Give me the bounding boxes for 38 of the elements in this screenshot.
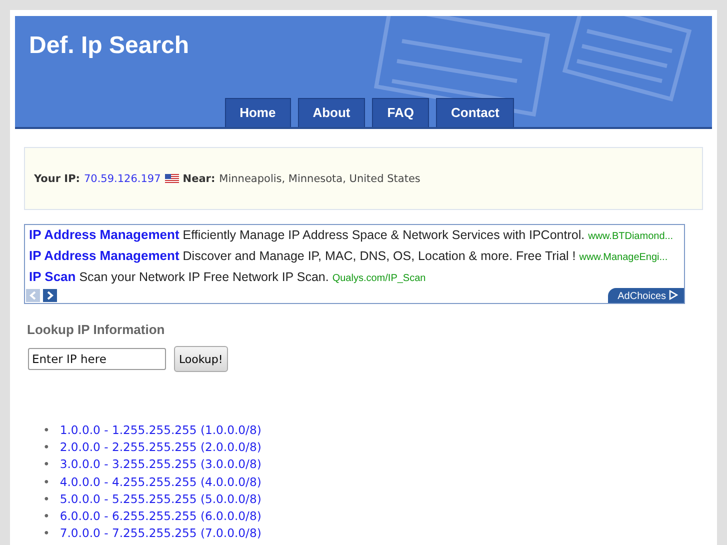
ip-label: Your IP: <box>34 172 80 184</box>
ad-text: Scan your Network IP Free Network IP Scan. <box>79 270 329 284</box>
ad-text: Efficiently Manage IP Address Space & Network Services with IPControl. <box>182 228 585 242</box>
ad-url-link[interactable]: Qualys.com/IP_Scan <box>332 273 426 284</box>
nav-tab[interactable]: Home <box>224 98 291 127</box>
ip-range-link[interactable]: 6.0.0.0 - 6.255.255.255 (6.0.0.0/8) <box>60 508 262 526</box>
location-text: Minneapolis, Minnesota, United States <box>219 172 420 184</box>
bullet-mark: • <box>43 422 50 439</box>
lookup-heading: Lookup IP Information <box>27 322 166 337</box>
flag-icon <box>164 174 179 184</box>
ip-range-link[interactable]: 5.0.0.0 - 5.255.255.255 (5.0.0.0/8) <box>60 490 262 508</box>
adchoices-link[interactable]: AdChoices <box>608 288 684 303</box>
ip-range-link[interactable]: 1.0.0.0 - 1.255.255.255 (1.0.0.0/8) <box>60 422 262 440</box>
bullet-mark: • <box>43 525 50 542</box>
ip-input-field[interactable]: Enter IP here <box>28 348 166 370</box>
bullet-mark: • <box>43 508 50 526</box>
ad-url-link[interactable]: www.BTDiamond... <box>588 231 674 242</box>
ad-url-link[interactable]: www.ManageEngi... <box>579 252 668 263</box>
near-label: Near: <box>182 172 216 184</box>
site-title: Def. Ip Search <box>29 32 190 60</box>
nav-tab[interactable]: FAQ <box>372 98 429 127</box>
ip-range-link[interactable]: 7.0.0.0 - 7.255.255.255 (7.0.0.0/8) <box>60 525 262 542</box>
lookup-button[interactable]: Lookup! <box>174 346 228 372</box>
bullet-mark: • <box>43 474 50 491</box>
ip-link[interactable]: 70.59.126.197 <box>84 172 161 184</box>
ip-range-link[interactable]: 3.0.0.0 - 3.255.255.255 (3.0.0.0/8) <box>60 456 262 474</box>
ip-range-link[interactable]: 2.0.0.0 - 2.255.255.255 (2.0.0.0/8) <box>60 439 262 456</box>
bullet-mark: • <box>43 439 50 456</box>
bullet-mark: • <box>43 456 50 474</box>
nav-tab[interactable]: Contact <box>436 98 514 127</box>
ip-range-link[interactable]: 4.0.0.0 - 4.255.255.255 (4.0.0.0/8) <box>60 474 262 491</box>
ad-title-link[interactable]: IP Address Management <box>29 227 180 242</box>
ad-title-link[interactable]: IP Address Management <box>29 248 180 263</box>
nav-tab[interactable]: About <box>298 98 366 127</box>
bullet-mark: • <box>43 490 50 508</box>
play-triangle-icon <box>669 290 678 300</box>
ad-title-link[interactable]: IP Scan <box>29 269 76 284</box>
ad-text: Discover and Manage IP, MAC, DNS, OS, Location & more. Free Trial ! <box>182 249 576 263</box>
